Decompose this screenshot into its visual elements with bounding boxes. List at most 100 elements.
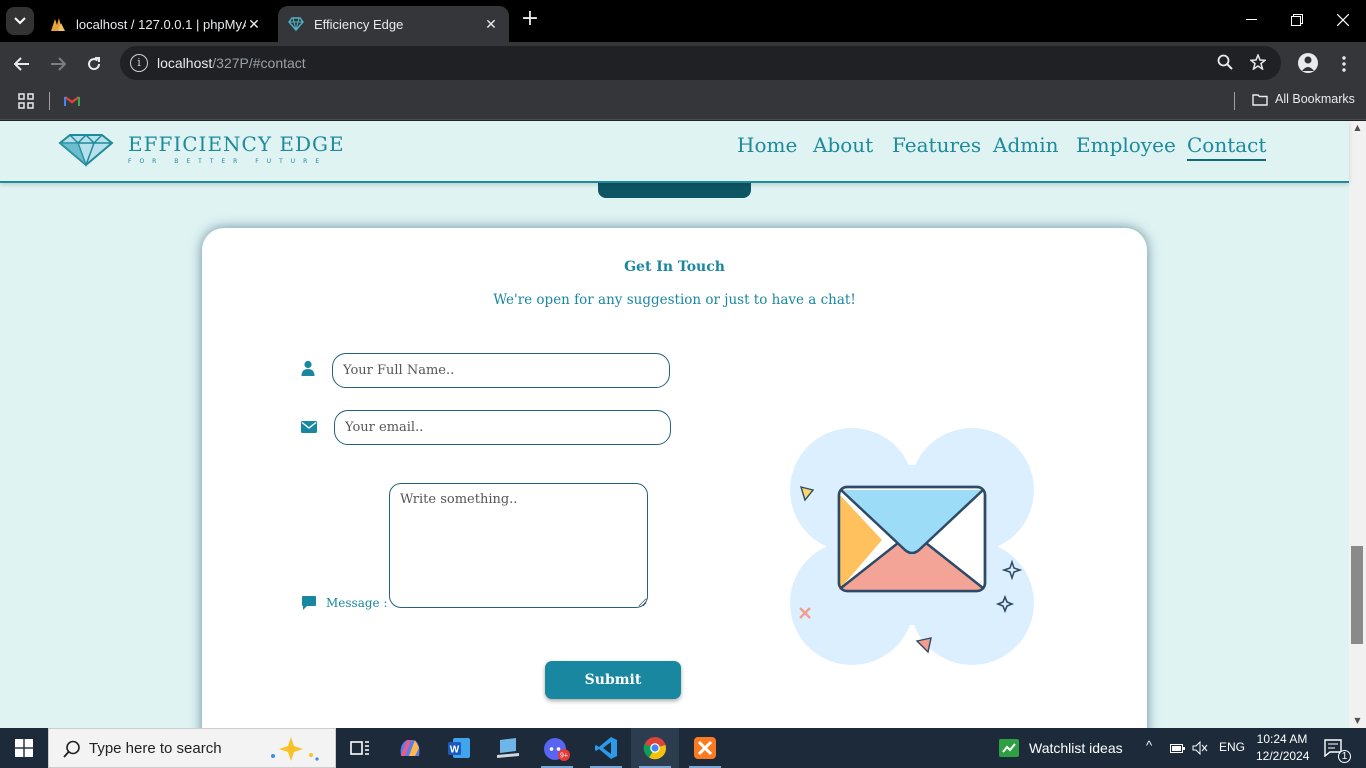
message-textarea[interactable] xyxy=(389,483,648,608)
gmail-icon[interactable] xyxy=(64,94,80,108)
minimize-icon xyxy=(1245,19,1257,20)
diamond-favicon-icon xyxy=(288,17,304,32)
more-vertical-icon xyxy=(1342,56,1346,72)
xampp-icon xyxy=(694,737,716,759)
notification-count-badge: 1 xyxy=(1338,750,1351,763)
task-view-button[interactable] xyxy=(336,728,384,768)
chevron-down-icon xyxy=(14,17,26,25)
restore-button[interactable] xyxy=(1274,0,1320,40)
close-icon xyxy=(1337,14,1349,26)
battery-icon[interactable] xyxy=(1170,742,1186,754)
close-tab-icon[interactable]: ✕ xyxy=(246,16,262,33)
close-window-button[interactable] xyxy=(1320,0,1366,40)
tab-title: Efficiency Edge xyxy=(314,16,404,32)
page-viewport: EFFICIENCY EDGE FOR BETTER FUTURE Home A… xyxy=(0,121,1366,728)
taskbar-xampp-app[interactable] xyxy=(681,728,729,768)
zoom-icon[interactable] xyxy=(1216,54,1234,72)
page-scrollbar[interactable]: ▲ ▼ xyxy=(1349,121,1366,728)
url-text[interactable]: localhost/327P/#contact xyxy=(157,55,306,71)
scroll-up-arrow-icon[interactable]: ▲ xyxy=(1349,121,1366,135)
taskbar-word-app[interactable]: W xyxy=(435,728,483,768)
copilot-sparkle-icon xyxy=(271,737,319,761)
arrow-right-icon xyxy=(51,57,66,71)
widget-label[interactable]: Watchlist ideas xyxy=(1029,740,1123,756)
apps-grid-icon[interactable] xyxy=(18,93,34,109)
discord-icon: 9+ xyxy=(544,738,570,761)
scrollbar-thumb[interactable] xyxy=(1351,546,1363,644)
widget-icon[interactable] xyxy=(996,728,1022,768)
url-host: localhost xyxy=(157,55,213,71)
taskbar-copilot-app[interactable] xyxy=(386,728,434,768)
message-label: Message : xyxy=(326,596,388,610)
forward-button[interactable] xyxy=(45,51,71,77)
word-icon: W xyxy=(448,738,470,758)
taskbar-discord-app[interactable]: 9+ xyxy=(533,728,581,768)
tab-title: localhost / 127.0.0.1 | phpMyAdmin xyxy=(76,16,246,32)
phpmyadmin-favicon-icon xyxy=(51,18,65,31)
laptop-icon xyxy=(497,738,519,758)
contact-card: Get In Touch We're open for any suggesti… xyxy=(202,228,1147,728)
nav-contact[interactable]: Contact xyxy=(1187,133,1267,161)
vscode-icon xyxy=(595,737,617,759)
scroll-down-arrow-icon[interactable]: ▼ xyxy=(1349,714,1366,728)
tab-phpmyadmin[interactable]: localhost / 127.0.0.1 | phpMyAdmin ✕ xyxy=(40,6,272,42)
address-bar[interactable]: i localhost/327P/#contact xyxy=(120,46,1281,80)
volume-muted-icon[interactable] xyxy=(1192,741,1208,755)
search-icon xyxy=(63,740,80,758)
nav-employee[interactable]: Employee xyxy=(1076,133,1176,157)
minimize-button[interactable] xyxy=(1228,0,1274,40)
user-icon xyxy=(301,360,315,376)
submit-button[interactable]: Submit xyxy=(545,661,681,699)
divider xyxy=(1234,92,1235,110)
search-placeholder: Type here to search xyxy=(89,740,222,757)
windows-logo-icon xyxy=(15,739,33,757)
browser-title-bar: localhost / 127.0.0.1 | phpMyAdmin ✕ Eff… xyxy=(0,0,1366,42)
logo-tagline: FOR BETTER FUTURE xyxy=(128,158,328,165)
browser-toolbar: i localhost/327P/#contact xyxy=(0,42,1366,84)
clock-time[interactable]: 10:24 AM xyxy=(1256,732,1308,746)
back-button[interactable] xyxy=(9,51,35,77)
start-button[interactable] xyxy=(0,728,48,768)
bookmark-star-icon[interactable] xyxy=(1249,52,1267,72)
avatar-icon xyxy=(1298,53,1318,73)
show-hidden-icons-icon[interactable]: ^ xyxy=(1146,738,1152,753)
envelope-icon xyxy=(301,421,317,433)
svg-text:W: W xyxy=(450,745,460,756)
comment-icon xyxy=(302,596,316,610)
task-view-icon xyxy=(350,741,369,755)
nav-about[interactable]: About xyxy=(813,133,873,157)
browser-menu-button[interactable] xyxy=(1331,51,1357,77)
site-info-icon[interactable]: i xyxy=(130,54,148,72)
nav-features[interactable]: Features xyxy=(892,133,981,157)
taskbar-chrome-app[interactable] xyxy=(631,728,679,768)
nav-admin[interactable]: Admin xyxy=(993,133,1059,157)
all-bookmarks-button[interactable]: All Bookmarks xyxy=(1252,92,1355,106)
taskbar-remote-desktop-app[interactable] xyxy=(484,728,532,768)
language-indicator[interactable]: ENG xyxy=(1219,740,1245,754)
taskbar-search-box[interactable]: Type here to search xyxy=(48,728,336,768)
envelope-illustration-icon xyxy=(790,428,1034,665)
nav-home[interactable]: Home xyxy=(737,133,797,157)
all-bookmarks-label: All Bookmarks xyxy=(1275,92,1355,106)
windows-taskbar: Type here to search W 9+ Watchlist ideas… xyxy=(0,728,1366,768)
close-tab-icon[interactable]: ✕ xyxy=(483,16,499,33)
contact-title: Get In Touch xyxy=(624,259,725,275)
profile-avatar[interactable] xyxy=(1295,50,1321,76)
previous-section-button-edge xyxy=(598,183,751,198)
clock-date[interactable]: 12/2/2024 xyxy=(1256,749,1309,763)
taskbar-vscode-app[interactable] xyxy=(582,728,630,768)
url-path: /327P/#contact xyxy=(212,55,306,71)
full-name-input[interactable] xyxy=(332,353,670,388)
tab-efficiency-edge[interactable]: Efficiency Edge ✕ xyxy=(278,6,509,42)
logo-name[interactable]: EFFICIENCY EDGE xyxy=(128,132,345,156)
restore-icon xyxy=(1291,14,1303,26)
tab-search-button[interactable] xyxy=(6,7,34,35)
divider xyxy=(49,92,50,110)
bookmarks-bar: All Bookmarks xyxy=(0,84,1366,120)
chrome-icon xyxy=(643,737,667,760)
site-header: EFFICIENCY EDGE FOR BETTER FUTURE Home A… xyxy=(0,121,1349,183)
new-tab-button[interactable]: + xyxy=(518,8,542,32)
reload-button[interactable] xyxy=(81,51,107,77)
email-input[interactable] xyxy=(334,410,671,445)
diamond-logo-icon[interactable] xyxy=(58,133,114,167)
